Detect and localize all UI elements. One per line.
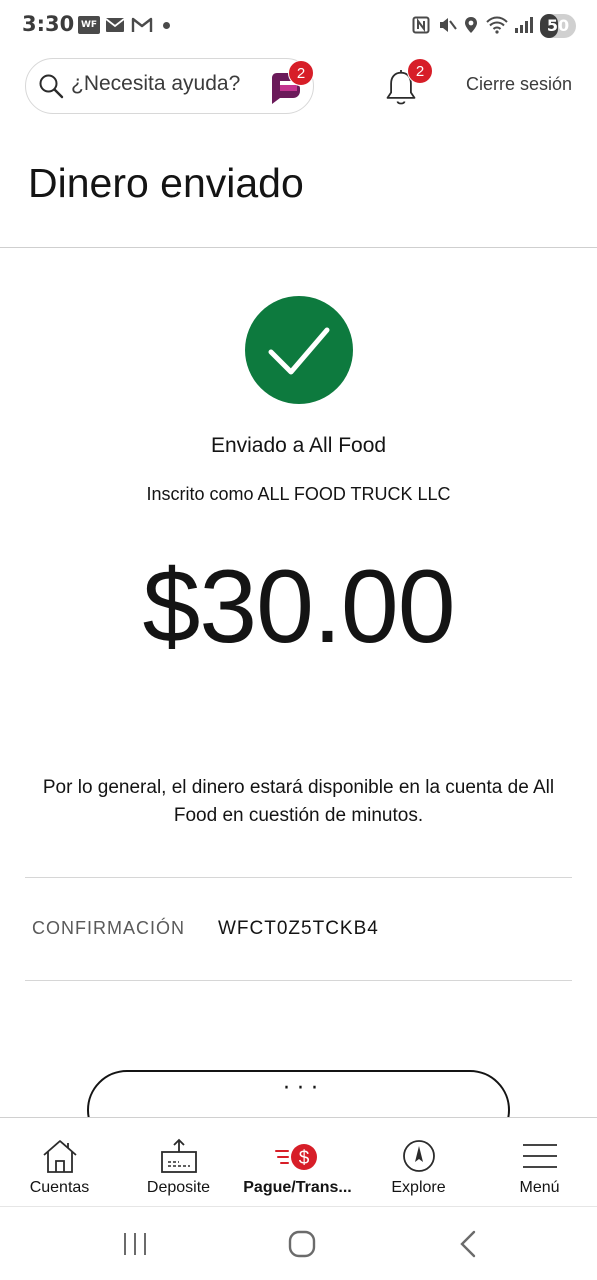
system-navigation-bar [0,1206,597,1280]
nfc-icon [412,16,430,34]
signout-link[interactable]: Cierre sesión [466,74,572,95]
notifications-badge: 2 [407,58,433,84]
svg-text:$: $ [298,1148,309,1169]
location-icon [465,17,477,33]
hamburger-menu-icon [522,1144,557,1168]
status-bar: 3:30 WF 50 [0,0,597,52]
more-notifications-dot-icon [163,22,170,29]
notifications-button[interactable]: 2 [383,58,433,112]
deposit-icon [160,1138,197,1173]
home-button-icon[interactable] [282,1229,322,1259]
recent-apps-icon[interactable] [115,1229,155,1259]
nav-item-pague-transfiera[interactable]: $ Pague/Trans... [238,1118,357,1207]
nav-item-cuentas[interactable]: Cuentas [0,1118,119,1207]
divider [25,980,572,981]
back-icon[interactable] [450,1229,490,1259]
recipient-name: Enviado a All Food [210,434,387,457]
status-time: 3:30 [22,12,75,36]
nav-item-explore[interactable]: Explore [359,1118,478,1207]
vibrate-mute-icon [440,18,457,32]
amount-sent: $30.00 [142,549,455,665]
nav-label: Cuentas [29,1179,90,1196]
bottom-navigation: Cuentas Deposite $ Pague/Trans... Explor… [0,1117,597,1206]
nav-label: Pague/Trans... [243,1179,352,1196]
more-options-label: · · · [283,1076,318,1101]
nav-label: Menú [519,1179,560,1196]
nav-label: Deposite [146,1179,211,1196]
confirmation-label: CONFIRMACIÓN [32,918,185,938]
signal-icon [515,17,533,33]
search-icon [39,74,64,99]
battery-icon: 50 [540,14,576,38]
divider [25,877,572,878]
wells-fargo-notification-icon: WF [78,16,100,34]
divider [0,247,597,248]
gmail-icon [131,17,153,32]
battery-level: 50 [546,16,570,35]
recipient-enrollment: Inscrito como ALL FOOD TRUCK LLC [146,484,451,504]
assistant-notification-badge: 2 [288,60,314,86]
home-icon [42,1140,77,1173]
availability-note: Por lo general, el dinero estará disponi… [42,777,555,826]
wifi-icon [486,16,508,34]
nav-label: Explore [391,1179,446,1196]
compass-icon [402,1140,435,1172]
nav-item-menu[interactable]: Menú [480,1118,597,1207]
success-checkmark-icon [245,296,353,404]
search-placeholder: ¿Necesita ayuda? [71,72,241,95]
checkmark-icon [268,327,330,375]
confirmation-number: WFCT0Z5TCKB4 [218,918,379,939]
help-search-bar[interactable]: ¿Necesita ayuda? 2 [25,58,314,114]
message-icon [105,18,125,32]
pay-transfer-icon: $ [274,1144,317,1170]
nav-item-deposite[interactable]: Deposite [119,1118,238,1207]
page-title: Dinero enviado [28,160,304,206]
